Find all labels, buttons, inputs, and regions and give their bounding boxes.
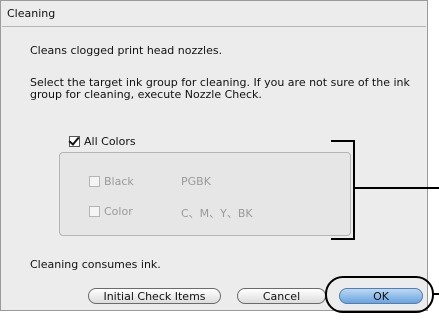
checkbox-icon[interactable] <box>89 206 100 217</box>
black-ink-code: PGBK <box>181 175 211 188</box>
checkbox-icon[interactable] <box>89 176 100 187</box>
black-checkbox[interactable]: Black <box>89 175 134 188</box>
color-ink-code: C、M、Y、BK <box>181 207 253 220</box>
checkbox-checked-icon[interactable] <box>69 136 80 147</box>
initial-check-items-button[interactable]: Initial Check Items <box>88 288 221 304</box>
all-colors-checkbox[interactable]: All Colors <box>69 135 136 148</box>
color-label: Color <box>104 205 133 218</box>
dialog-title: Cleaning <box>7 7 56 20</box>
ink-consumption-note: Cleaning consumes ink. <box>30 258 161 271</box>
callout-line <box>355 187 439 189</box>
ok-highlight-ring <box>325 276 434 313</box>
cancel-button[interactable]: Cancel <box>237 288 326 304</box>
color-checkbox[interactable]: Color <box>89 205 133 218</box>
ok-callout-line <box>434 293 439 295</box>
ink-group-box <box>59 152 351 236</box>
instruction-text: Select the target ink group for cleaning… <box>30 76 410 101</box>
description-text: Cleans clogged print head nozzles. <box>30 44 223 57</box>
title-separator <box>2 26 426 27</box>
all-colors-label: All Colors <box>84 135 136 148</box>
callout-bracket <box>331 140 355 240</box>
cleaning-dialog: Cleaning Cleans clogged print head nozzl… <box>0 0 428 311</box>
black-label: Black <box>104 175 134 188</box>
